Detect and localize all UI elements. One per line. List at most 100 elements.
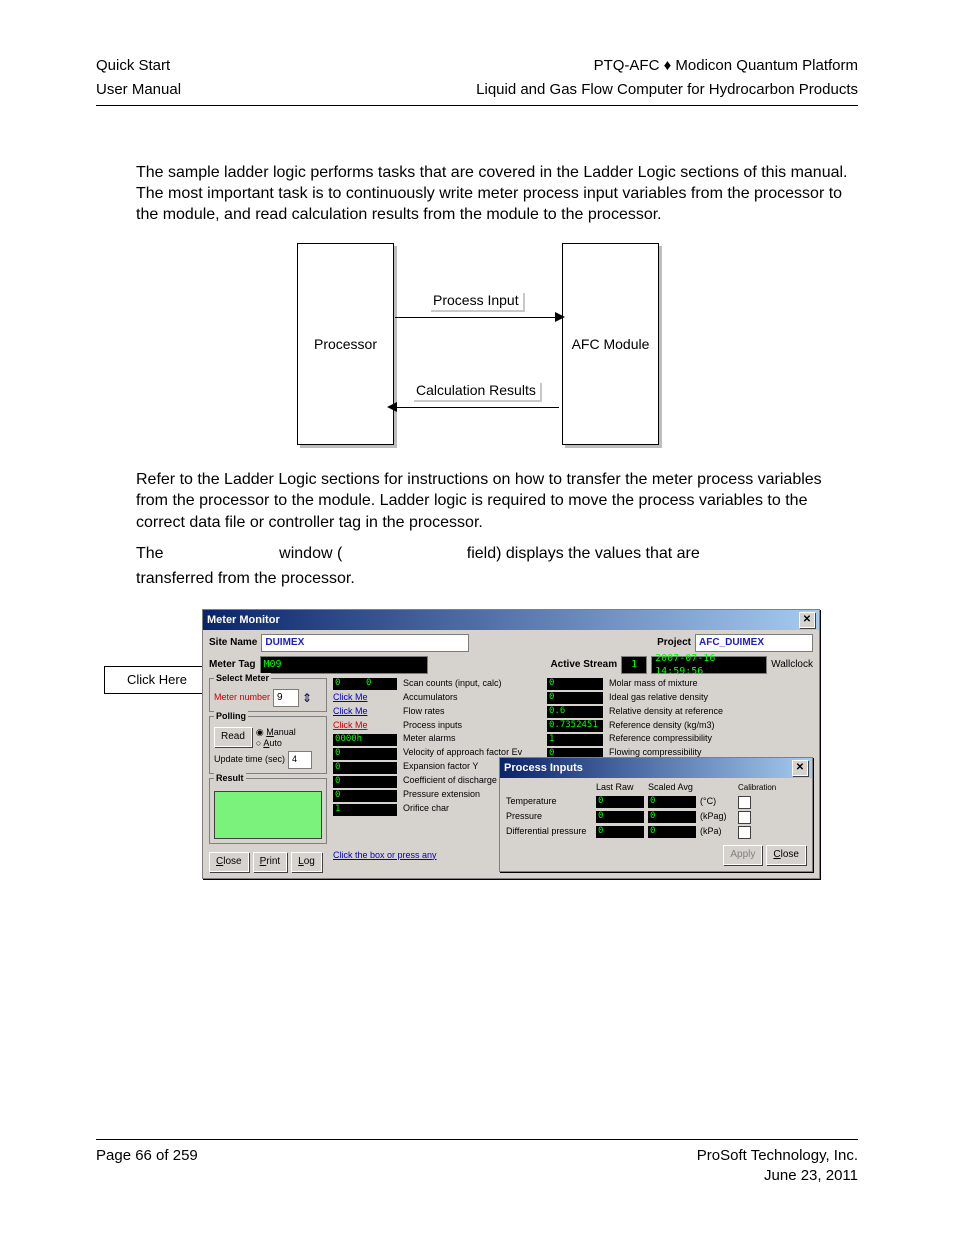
- diagram-process-input-label: Process Input: [429, 291, 523, 309]
- lbl-meter-alarms: Meter alarms: [403, 733, 541, 745]
- lbl-ref-compress: Reference compressibility: [609, 733, 749, 745]
- lbl-accumulators: Accumulators: [403, 692, 541, 704]
- close-icon[interactable]: ✕: [799, 612, 815, 628]
- meter-monitor-titlebar: Meter Monitor ✕: [203, 610, 819, 630]
- paragraph-2: Refer to the Ladder Logic sections for i…: [136, 469, 858, 532]
- row-press-avg: 0: [648, 811, 696, 823]
- process-inputs-link[interactable]: Click Me: [333, 720, 397, 732]
- screenshot-figure: Click Here Meter Monitor ✕ Site Name DUI…: [96, 601, 858, 891]
- lbl-flow-rates: Flow rates: [403, 706, 541, 718]
- diagram-calc-results-label: Calculation Results: [412, 381, 540, 399]
- active-stream-field[interactable]: 1: [621, 656, 647, 674]
- footer-date: June 23, 2011: [764, 1166, 858, 1186]
- row-temp-label: Temperature: [506, 796, 592, 808]
- meter-tag-field[interactable]: M09: [260, 656, 428, 674]
- stepper-icon[interactable]: ⇕: [302, 694, 312, 702]
- lbl-rel-density: Relative density at reference: [609, 706, 749, 718]
- polling-group: Polling Read ◉ Manual ○ Auto Update time…: [209, 716, 327, 774]
- select-meter-group: Select Meter Meter number 9 ⇕: [209, 678, 327, 712]
- flow-diagram: Processor AFC Module Process Input Calcu…: [297, 243, 657, 443]
- ref-compress-val: 1: [547, 734, 603, 746]
- diagram-afc-box: AFC Module: [562, 243, 659, 445]
- row-temp-raw: 0: [596, 796, 644, 808]
- flow-rates-link[interactable]: Click Me: [333, 706, 397, 718]
- result-title: Result: [214, 773, 246, 785]
- process-inputs-window: Process Inputs ✕ Last Raw Scaled Avg Cal…: [499, 757, 813, 872]
- process-inputs-title: Process Inputs: [504, 761, 583, 776]
- header-left-top: Quick Start: [96, 56, 170, 76]
- print-button[interactable]: Print: [253, 852, 288, 872]
- row-temp-checkbox[interactable]: [738, 796, 751, 809]
- molar-mass-val: 0: [547, 678, 603, 690]
- row-press-raw: 0: [596, 811, 644, 823]
- diagram-processor-label: Processor: [314, 335, 377, 353]
- read-button[interactable]: Read: [214, 727, 252, 747]
- row-press-checkbox[interactable]: [738, 811, 751, 824]
- row-dp-unit: (kPa): [700, 826, 734, 838]
- diagram-arrowhead-left: [387, 402, 397, 412]
- hdr-scaled-avg: Scaled Avg: [648, 782, 696, 794]
- footer-rule: [96, 1139, 858, 1140]
- wallclock-field: 2007-07-16 14:59:56: [651, 656, 767, 674]
- lbl-ref-density: Reference density (kg/m3): [609, 720, 749, 732]
- project-field[interactable]: AFC_DUIMEX: [695, 634, 813, 652]
- wallclock-label: Wallclock: [771, 658, 813, 671]
- footer-page: Page 66 of 259: [96, 1146, 198, 1166]
- meter-number-field[interactable]: 9: [273, 689, 299, 707]
- meter-monitor-window: Meter Monitor ✕ Site Name DUIMEX Project…: [202, 609, 820, 879]
- rel-density-val: 0.6: [547, 706, 603, 718]
- click-box-hint[interactable]: Click the box or press any: [333, 850, 397, 862]
- row-dp-checkbox[interactable]: [738, 826, 751, 839]
- meter-alarms-val: 0000h: [333, 734, 397, 746]
- callout-click-here: Click Here: [104, 666, 210, 694]
- lbl-molar-mass: Molar mass of mixture: [609, 678, 749, 690]
- update-time-field[interactable]: 4: [288, 751, 312, 769]
- log-button[interactable]: Log: [291, 852, 322, 872]
- header-right-top: PTQ-AFC ♦ Modicon Quantum Platform: [594, 56, 858, 76]
- diagram-afc-label: AFC Module: [572, 335, 650, 353]
- ref-density-val: 0.7352451: [547, 720, 603, 732]
- row-dp-avg: 0: [648, 826, 696, 838]
- close-icon[interactable]: ✕: [792, 760, 808, 776]
- paragraph-4: transferred from the processor.: [136, 568, 858, 589]
- meter-number-label: Meter number: [214, 692, 270, 704]
- lbl-process-inputs: Process inputs: [403, 720, 541, 732]
- result-group: Result: [209, 778, 327, 844]
- hdr-calibration: Calibration: [738, 783, 758, 794]
- paragraph-1: The sample ladder logic performs tasks t…: [136, 162, 858, 225]
- meter-monitor-title: Meter Monitor: [207, 613, 280, 628]
- orifice-val: 1: [333, 804, 397, 816]
- select-meter-title: Select Meter: [214, 673, 271, 685]
- active-stream-label: Active Stream: [550, 658, 617, 671]
- diagram-arrow-top: [395, 317, 559, 318]
- row-press-label: Pressure: [506, 811, 592, 823]
- ideal-density-val: 0: [547, 692, 603, 704]
- apply-button[interactable]: Apply: [723, 845, 762, 865]
- update-time-label: Update time (sec): [214, 754, 285, 766]
- scan-counts-val: 00: [333, 678, 397, 690]
- header-left-bottom: User Manual: [96, 80, 181, 100]
- polling-title: Polling: [214, 711, 248, 723]
- lbl-ideal-density: Ideal gas relative density: [609, 692, 749, 704]
- row-dp-raw: 0: [596, 826, 644, 838]
- accumulators-link[interactable]: Click Me: [333, 692, 397, 704]
- manual-radio[interactable]: ◉ Manual: [256, 727, 296, 738]
- site-name-field[interactable]: DUIMEX: [261, 634, 469, 652]
- auto-radio[interactable]: ○ Auto: [256, 738, 296, 749]
- ev-val: 0: [333, 748, 397, 760]
- row-temp-avg: 0: [648, 796, 696, 808]
- diagram-arrowhead-right: [555, 312, 565, 322]
- pi-close-button[interactable]: Close: [766, 845, 806, 865]
- cd-val: 0: [333, 776, 397, 788]
- diagram-arrow-bottom: [395, 407, 559, 408]
- diagram-processor-box: Processor: [297, 243, 394, 445]
- y-val: 0: [333, 762, 397, 774]
- result-display: [214, 791, 322, 839]
- lbl-scan-counts: Scan counts (input, calc): [403, 678, 541, 690]
- meter-tag-label: Meter Tag: [209, 658, 256, 671]
- close-button[interactable]: Close: [209, 852, 249, 872]
- row-temp-unit: (°C): [700, 796, 734, 808]
- footer-company: ProSoft Technology, Inc.: [697, 1146, 858, 1166]
- header-right-bottom: Liquid and Gas Flow Computer for Hydroca…: [476, 80, 858, 100]
- row-dp-label: Differential pressure: [506, 826, 592, 838]
